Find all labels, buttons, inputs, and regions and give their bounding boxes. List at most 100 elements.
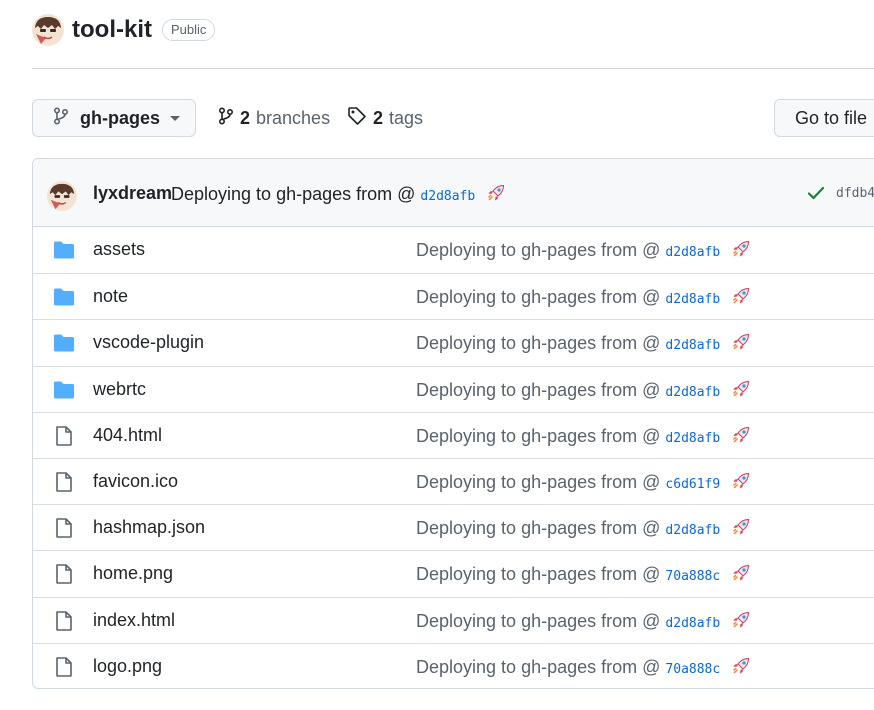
file-commit-sha-link[interactable]: d2d8afb (665, 338, 720, 353)
branches-link[interactable]: 2 branches (218, 99, 330, 137)
branches-label: branches (256, 107, 331, 128)
file-commit-sha-link[interactable]: c6d61f9 (665, 477, 720, 492)
commit-message[interactable]: Deploying to gh-pages from @ d2d8afb (171, 183, 506, 208)
header-divider (32, 68, 874, 69)
file-commit-message[interactable]: Deploying to gh-pages from @ c6d61f9 (416, 471, 751, 496)
chevron-down-icon (170, 115, 181, 121)
file-commit-text: Deploying to gh-pages from @ (416, 333, 661, 354)
go-to-file-button[interactable]: Go to file (774, 99, 874, 137)
branches-count: 2 (240, 107, 251, 128)
rocket-icon (731, 517, 751, 542)
file-row-favicon-ico[interactable]: favicon.ico Deploying to gh-pages from @… (33, 457, 874, 504)
repo-name[interactable]: tool-kit (72, 16, 152, 44)
file-commit-message[interactable]: Deploying to gh-pages from @ 70a888c (416, 563, 751, 588)
file-commit-text: Deploying to gh-pages from @ (416, 240, 661, 260)
visibility-badge: Public (161, 19, 216, 41)
commit-message-text: Deploying to gh-pages from @ (171, 184, 416, 204)
tags-count: 2 (373, 107, 384, 128)
file-commit-sha-link[interactable]: d2d8afb (665, 385, 720, 400)
file-row-hashmap-json[interactable]: hashmap.json Deploying to gh-pages from … (33, 504, 874, 550)
folder-icon (53, 240, 75, 260)
latest-commit-sha[interactable]: dfdb4 (836, 186, 874, 201)
file-list: lyxdream Deploying to gh-pages from @ d2… (32, 158, 874, 689)
file-row-note[interactable]: note Deploying to gh-pages from @ d2d8af… (33, 273, 874, 319)
file-icon (53, 610, 75, 631)
git-branch-icon (53, 106, 69, 130)
file-commit-message[interactable]: Deploying to gh-pages from @ d2d8afb (416, 379, 751, 404)
file-commit-text: Deploying to gh-pages from @ (416, 518, 661, 539)
file-name[interactable]: logo.png (93, 656, 162, 677)
tag-icon (347, 106, 367, 131)
file-commit-message[interactable]: Deploying to gh-pages from @ d2d8afb (416, 517, 751, 542)
file-name[interactable]: vscode-plugin (93, 332, 204, 353)
repo-toolbar: gh-pages 2 branches 2 tags Go to file (32, 99, 874, 139)
file-icon (53, 472, 75, 492)
file-commit-sha-link[interactable]: d2d8afb (665, 245, 720, 260)
file-commit-sha-link[interactable]: d2d8afb (665, 523, 720, 538)
file-commit-sha-link[interactable]: d2d8afb (665, 292, 720, 307)
rocket-icon (731, 656, 751, 681)
file-row-vscode-plugin[interactable]: vscode-plugin Deploying to gh-pages from… (33, 319, 874, 365)
commit-author[interactable]: lyxdream (93, 183, 172, 204)
file-commit-sha-link[interactable]: d2d8afb (665, 431, 720, 446)
file-name[interactable]: home.png (93, 563, 173, 584)
file-row-home-png[interactable]: home.png Deploying to gh-pages from @ 70… (33, 550, 874, 596)
file-name[interactable]: index.html (93, 610, 175, 631)
rocket-icon (731, 425, 751, 450)
commit-author-avatar[interactable] (47, 181, 77, 211)
rocket-icon (731, 379, 751, 404)
file-icon (53, 425, 75, 446)
file-icon (53, 518, 75, 538)
check-icon[interactable] (807, 185, 825, 206)
file-name[interactable]: note (93, 286, 128, 307)
rocket-icon (486, 183, 506, 208)
rocket-icon (731, 332, 751, 357)
rocket-icon (731, 286, 751, 311)
file-commit-text: Deploying to gh-pages from @ (416, 564, 661, 585)
file-commit-text: Deploying to gh-pages from @ (416, 471, 661, 492)
git-branch-icon (218, 106, 234, 130)
owner-avatar[interactable] (32, 14, 64, 46)
file-icon (53, 656, 75, 677)
rocket-icon (731, 239, 751, 264)
file-rows: assets Deploying to gh-pages from @ d2d8… (33, 227, 874, 688)
file-name[interactable]: webrtc (93, 379, 146, 400)
file-commit-sha-link[interactable]: 70a888c (665, 569, 720, 584)
file-commit-message[interactable]: Deploying to gh-pages from @ 70a888c (416, 656, 751, 681)
file-commit-text: Deploying to gh-pages from @ (416, 610, 661, 631)
file-commit-text: Deploying to gh-pages from @ (416, 656, 661, 677)
file-commit-message[interactable]: Deploying to gh-pages from @ d2d8afb (416, 610, 751, 635)
file-name[interactable]: 404.html (93, 425, 162, 446)
commit-sha-link[interactable]: d2d8afb (420, 189, 475, 204)
file-icon (53, 564, 75, 585)
file-row-404-html[interactable]: 404.html Deploying to gh-pages from @ d2… (33, 411, 874, 458)
file-commit-message[interactable]: Deploying to gh-pages from @ d2d8afb (416, 425, 751, 450)
rocket-icon (731, 610, 751, 635)
folder-icon (53, 287, 75, 307)
file-name[interactable]: favicon.ico (93, 471, 178, 492)
repo-header: tool-kit Public (32, 12, 216, 48)
file-row-index-html[interactable]: index.html Deploying to gh-pages from @ … (33, 596, 874, 643)
rocket-icon (731, 563, 751, 588)
file-name[interactable]: assets (93, 239, 145, 260)
file-commit-message[interactable]: Deploying to gh-pages from @ d2d8afb (416, 239, 751, 264)
file-commit-message[interactable]: Deploying to gh-pages from @ d2d8afb (416, 286, 751, 311)
file-name[interactable]: hashmap.json (93, 517, 205, 538)
file-commit-sha-link[interactable]: d2d8afb (665, 616, 720, 631)
tags-label: tags (389, 107, 424, 128)
branch-select-button[interactable]: gh-pages (32, 99, 196, 137)
file-commit-text: Deploying to gh-pages from @ (416, 379, 661, 400)
file-commit-text: Deploying to gh-pages from @ (416, 425, 661, 446)
folder-icon (53, 333, 75, 353)
branch-name: gh-pages (80, 107, 161, 128)
file-commit-sha-link[interactable]: 70a888c (665, 662, 720, 677)
repo-page: tool-kit Public gh-pages 2 branches 2 ta… (0, 0, 874, 710)
file-commit-message[interactable]: Deploying to gh-pages from @ d2d8afb (416, 332, 751, 357)
file-row-logo-png[interactable]: logo.png Deploying to gh-pages from @ 70… (33, 642, 874, 688)
file-row-webrtc[interactable]: webrtc Deploying to gh-pages from @ d2d8… (33, 365, 874, 412)
latest-commit-bar: lyxdream Deploying to gh-pages from @ d2… (33, 159, 874, 227)
file-row-assets[interactable]: assets Deploying to gh-pages from @ d2d8… (33, 227, 874, 273)
tags-link[interactable]: 2 tags (347, 99, 423, 137)
file-commit-text: Deploying to gh-pages from @ (416, 287, 661, 308)
rocket-icon (731, 471, 751, 496)
